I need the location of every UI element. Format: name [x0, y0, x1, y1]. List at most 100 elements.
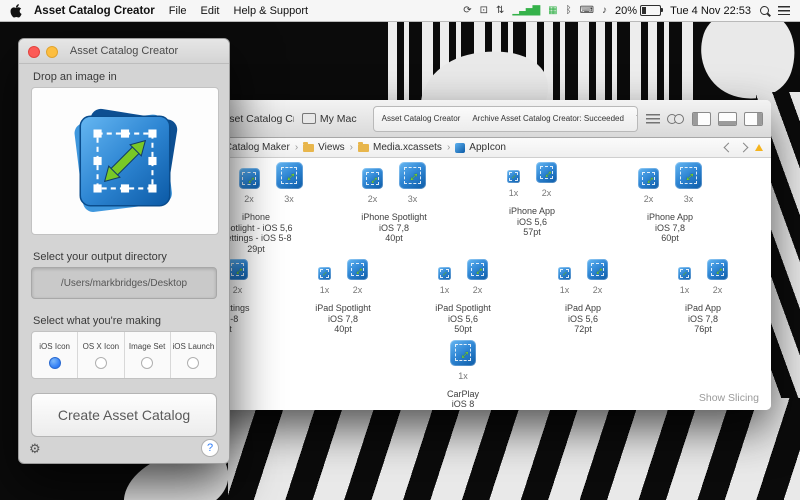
menubar-clock[interactable]: Tue 4 Nov 22:53	[670, 5, 751, 17]
asset-slot-2x[interactable]: 2x	[227, 259, 248, 295]
app-icon-image	[558, 267, 571, 280]
create-asset-catalog-button[interactable]: Create Asset Catalog	[31, 393, 217, 437]
asset-slot-2x[interactable]: 2x	[536, 162, 557, 198]
close-button[interactable]	[28, 46, 40, 58]
breadcrumb-item-appicon[interactable]: AppIcon	[455, 142, 506, 153]
battery-percent: 20%	[615, 5, 637, 17]
caption-line: iPad Spotlight	[315, 303, 371, 314]
asset-caption: iPhone AppiOS 7,860pt	[647, 212, 693, 244]
asset-slot-2x[interactable]: 2x	[362, 168, 383, 204]
menu-item-help-support[interactable]: Help & Support	[234, 5, 309, 17]
option-ios-launch[interactable]: iOS Launch	[171, 332, 216, 378]
sync-icon[interactable]: ⟳	[463, 0, 470, 22]
app-icon-image	[362, 168, 383, 189]
forward-icon[interactable]	[739, 143, 749, 153]
caption-line: Spotlight - iOS 5,6	[219, 223, 292, 234]
keyboard-icon[interactable]: ⌨	[580, 0, 593, 22]
asset-slot-2x[interactable]: 2x	[707, 259, 728, 295]
asset-slot-1x[interactable]: 1x	[678, 267, 691, 295]
asset-slot-2x[interactable]: 2x	[467, 259, 488, 295]
navigator-toggle-icon[interactable]	[692, 112, 711, 126]
updown-icon[interactable]: ⇅	[496, 0, 503, 22]
asset-slot-1x[interactable]: 1x	[558, 267, 571, 295]
scale-label: 2x	[713, 285, 723, 295]
debug-area-toggle-icon[interactable]	[718, 112, 737, 126]
spotlight-icon[interactable]	[760, 5, 769, 17]
display-icon[interactable]: ⊡	[480, 0, 487, 22]
asset-slot-2x[interactable]: 2x	[638, 168, 659, 204]
scale-label: 2x	[353, 285, 363, 295]
scale-label: 1x	[440, 285, 450, 295]
assistant-editor-icon[interactable]	[667, 114, 685, 124]
caption-line: iPad App	[565, 303, 601, 314]
asset-slot-2x[interactable]: 2x	[239, 168, 260, 204]
asset-slot-3x[interactable]: 3x	[675, 162, 702, 204]
scale-label: 2x	[644, 194, 654, 204]
xcode-toolbar: Asset Catalog Creator My Mac Asset Catal…	[155, 100, 771, 138]
output-path-field[interactable]: /Users/markbridges/Desktop	[31, 267, 217, 299]
app-icon-image	[276, 162, 303, 189]
issue-warning-icon[interactable]	[755, 144, 763, 151]
asset-slot-3x[interactable]: 3x	[276, 162, 303, 204]
appicon-icon	[455, 143, 465, 153]
radio-ios-icon[interactable]	[49, 357, 61, 369]
asset-slot-2x[interactable]: 2x	[347, 259, 368, 295]
xcode-window: Asset Catalog Creator My Mac Asset Catal…	[155, 100, 771, 410]
apple-menu[interactable]	[10, 4, 22, 18]
caption-line: iPhone App	[509, 206, 555, 217]
asset-row: 1x2xiPad SettingsiOS 5-829pt1x2xiPad Spo…	[155, 259, 771, 335]
battery-indicator[interactable]: 20%	[615, 5, 661, 17]
option-image-set[interactable]: Image Set	[125, 332, 171, 378]
asset-caption: iPhone SpotlightiOS 7,840pt	[361, 212, 427, 244]
slot-row: 1x 2x	[678, 259, 728, 295]
device-selector[interactable]: My Mac	[302, 113, 357, 125]
breadcrumb-item-media-xcassets[interactable]: Media.xcassets	[358, 142, 442, 153]
cpu-meter-icon[interactable]: ▁▃▅▇	[512, 0, 539, 22]
window-controls[interactable]	[28, 46, 58, 58]
caption-line: iPhone Spotlight	[361, 212, 427, 223]
app-icon-image	[399, 162, 426, 189]
app-icon-image	[467, 259, 488, 280]
asset-slot-1x[interactable]: 1x	[318, 267, 331, 295]
output-directory-label: Select your output directory	[33, 251, 167, 263]
option-ios-icon[interactable]: iOS Icon	[32, 332, 78, 378]
radio-ios-launch[interactable]	[187, 357, 199, 369]
help-button[interactable]: ?	[201, 439, 219, 457]
caption-line: iOS 5,6	[435, 314, 491, 325]
app-icon-image	[587, 259, 608, 280]
asset-catalog-creator-window: Asset Catalog Creator Drop an image in	[18, 38, 230, 464]
menubar-status-area: ⟳ ⊡ ⇅ ▁▃▅▇ ▦ ᛒ ⌨ ♪ 20% Tue 4 Nov 22:53	[463, 0, 790, 22]
menu-item-edit[interactable]: Edit	[201, 5, 220, 17]
gear-icon[interactable]: ⚙	[29, 441, 41, 457]
screen: Asset Catalog Creator My Mac Asset Catal…	[0, 0, 800, 500]
bluetooth-icon[interactable]: ᛒ	[566, 0, 571, 22]
folder-icon	[303, 144, 314, 152]
option-os-x-icon[interactable]: OS X Icon	[78, 332, 124, 378]
asset-caption: iPad AppiOS 7,876pt	[685, 303, 721, 335]
utilities-toggle-icon[interactable]	[744, 112, 763, 126]
back-icon[interactable]	[724, 143, 734, 153]
minimize-button[interactable]	[46, 46, 58, 58]
battery-icon	[640, 5, 661, 16]
asset-group-iphone-app: 2x 3x iPhone AppiOS 7,860pt	[622, 162, 718, 244]
radio-image-set[interactable]	[141, 357, 153, 369]
menu-app-name[interactable]: Asset Catalog Creator	[34, 5, 155, 17]
asset-slot-2x[interactable]: 2x	[587, 259, 608, 295]
radio-os-x-icon[interactable]	[95, 357, 107, 369]
asset-group-iphone-spotlight: 2x 3x iPhone SpotlightiOS 7,840pt	[346, 162, 442, 244]
caption-line: iOS 7,8	[315, 314, 371, 325]
breadcrumb-item-views[interactable]: Views	[303, 142, 345, 153]
show-slicing-button[interactable]: Show Slicing	[699, 392, 759, 404]
asset-slot-1x[interactable]: 1x	[507, 170, 520, 198]
asset-slot-3x[interactable]: 3x	[399, 162, 426, 204]
asset-slot-1x[interactable]: 1x	[438, 267, 451, 295]
caption-line: iOS 5,6	[565, 314, 601, 325]
standard-editor-icon[interactable]	[646, 114, 660, 124]
volume-icon[interactable]: ♪	[602, 0, 606, 22]
menu-item-file[interactable]: File	[169, 5, 187, 17]
asset-group-ipad-app: 1x2xiPad AppiOS 5,672pt	[535, 259, 631, 335]
asset-slot-1x[interactable]: 1x	[450, 340, 476, 381]
image-drop-zone[interactable]	[31, 87, 219, 235]
app-status-icon[interactable]: ▦	[548, 0, 556, 22]
notification-center-icon[interactable]	[778, 6, 790, 15]
